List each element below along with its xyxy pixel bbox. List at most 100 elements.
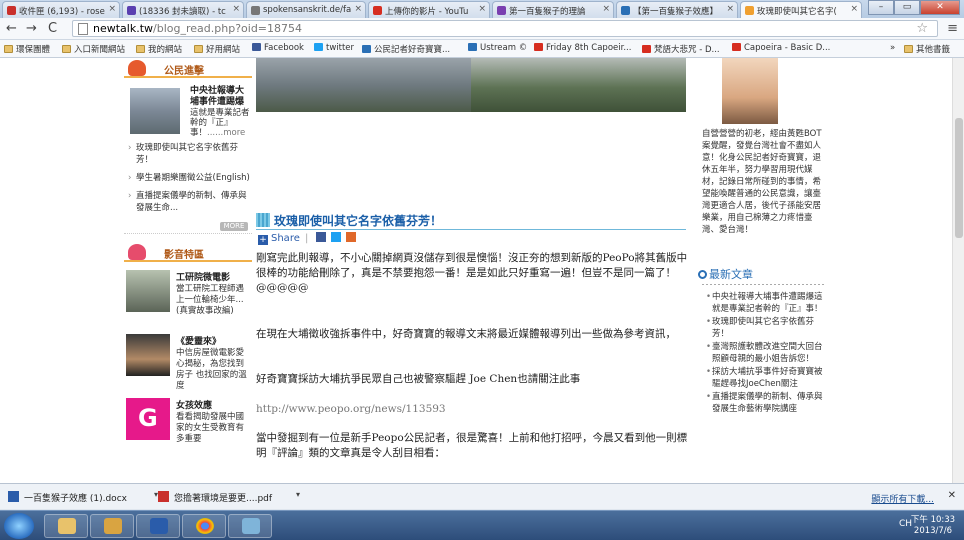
more-button[interactable]: MORE <box>220 222 248 231</box>
show-all-downloads-link[interactable]: 顯示所有下載... <box>871 492 934 505</box>
bookmarks-overflow[interactable]: » <box>890 43 895 53</box>
minimize-button[interactable]: – <box>868 0 894 15</box>
featured-title[interactable]: 中央社報導大埔事件遭踢爆 <box>190 86 250 108</box>
list-item[interactable]: 中央社報導大埔事件遭踢爆這就是專業記者幹的『正』事！ <box>706 292 828 315</box>
left-sidebar: 公民進擊 中央社報導大埔事件遭踢爆 這就是專業記者幹的『正』事！......mo… <box>124 58 252 460</box>
article-link[interactable]: http://www.peopo.org/news/113593 <box>256 402 688 417</box>
video-item[interactable]: 工研院微電影 當工研院工程師遇上一位輪椅少年...(真實故事改編) <box>124 268 252 332</box>
video-title[interactable]: 工研院微電影 <box>176 270 230 283</box>
tab-rose-active[interactable]: 玫瑰即使叫其它名字(× <box>740 1 862 18</box>
bookmark-ustream-reporter[interactable]: 公民記者好奇寶寶... <box>362 43 450 55</box>
bookmark-other-folder[interactable]: 其他書籤 <box>904 43 950 55</box>
bookmark-capoeira-friday[interactable]: Friday 8th Capoeir... <box>534 43 631 53</box>
video-title[interactable]: 女孩效應 <box>176 398 212 411</box>
download-item[interactable]: 一百隻猴子效應 (1).docx ▾ <box>4 488 158 506</box>
bookmark-folder[interactable]: 入口新聞網站 <box>62 43 125 55</box>
facebook-share-icon[interactable] <box>315 232 326 242</box>
twitter-share-icon[interactable] <box>330 232 341 242</box>
folder-icon <box>4 45 13 53</box>
citizen-icon <box>128 60 146 76</box>
reload-button[interactable]: C <box>48 21 57 36</box>
folder-icon <box>194 45 203 53</box>
video-item[interactable]: G 女孩效應 看看揭助發展中國家的女生受教育有多重要 <box>124 396 252 460</box>
back-button[interactable]: ← <box>6 21 17 36</box>
video-desc: 中信房屋微電影愛心揭秘，為您找到房子 也找回家的溫度 <box>176 348 247 391</box>
bookmark-folder[interactable]: 好用網站 <box>194 43 240 55</box>
close-icon[interactable]: × <box>478 4 486 14</box>
plurk-share-icon[interactable] <box>345 232 356 242</box>
bookmark-sanskrit-mantra[interactable]: 梵語大悲咒 - D... <box>642 43 720 55</box>
bookmark-folder[interactable]: 環保團體 <box>4 43 50 55</box>
tab-youtube[interactable]: 上傳你的影片 - YouTu × <box>368 1 490 18</box>
close-icon[interactable]: × <box>108 4 116 14</box>
video-title[interactable]: 《愛靈來》 <box>176 334 221 347</box>
close-icon[interactable]: × <box>726 4 734 14</box>
taskbar-paint[interactable] <box>228 514 272 538</box>
list-item[interactable]: 直播提案儀學的新制、傳承與發展生命... <box>128 190 252 214</box>
taskbar-explorer[interactable] <box>44 514 88 538</box>
video-thumbnail[interactable] <box>126 270 170 312</box>
youtube-icon <box>534 43 543 51</box>
paragraph: 好奇寶寶採訪大埔抗爭民眾自己也被警察驅趕 Joe Chen也請關注此事 <box>256 373 581 385</box>
chevron-down-icon[interactable]: ▾ <box>296 490 300 499</box>
clock[interactable]: 下午 10:33 2013/7/6 <box>910 515 956 537</box>
taskbar-word[interactable] <box>136 514 180 538</box>
folder-icon <box>58 518 76 534</box>
video-item[interactable]: 《愛靈來》 中信房屋微電影愛心揭秘，為您找到房子 也找回家的溫度 <box>124 332 252 396</box>
close-icon[interactable]: × <box>232 4 240 14</box>
close-icon[interactable]: × <box>850 4 858 14</box>
address-bar[interactable]: newtalk.tw/blog_read.php?oid=18754 <box>72 20 938 37</box>
close-icon[interactable]: × <box>602 4 610 14</box>
tab-mail[interactable]: (18336 封未讀取) - tc × <box>122 1 244 18</box>
more-link[interactable]: ......more <box>207 128 245 138</box>
bookmark-ustream[interactable]: Ustream © <box>468 43 527 53</box>
list-item[interactable]: 玫瑰即使叫其它名字依舊芬芳！ <box>128 142 252 166</box>
forward-button[interactable]: → <box>26 21 37 36</box>
scrollbar-thumb[interactable] <box>955 118 963 238</box>
ustream-icon <box>468 43 477 51</box>
author-avatar[interactable] <box>722 58 778 124</box>
list-item[interactable]: 臺灣照護軟體改進空間大回台照顧母親的最小姐告訴您！ <box>706 342 828 365</box>
browser-window: 收件匣 (6,193) - rose × (18336 封未讀取) - tc × s… <box>0 0 964 540</box>
bookmark-folder[interactable]: 我的網站 <box>136 43 182 55</box>
bookmark-twitter[interactable]: twitter <box>314 43 354 53</box>
video-desc: 看看揭助發展中國家的女生受教育有多重要 <box>176 412 245 444</box>
maximize-button[interactable]: ▭ <box>894 0 920 15</box>
word-file-icon <box>8 491 19 502</box>
share-button[interactable]: Share <box>271 233 300 244</box>
word-icon <box>150 518 168 534</box>
close-shelf-button[interactable]: ✕ <box>948 490 956 501</box>
close-window-button[interactable]: ✕ <box>920 0 960 15</box>
section-citizen-header: 公民進擊 <box>124 58 252 78</box>
girl-effect-logo[interactable]: G <box>126 398 170 440</box>
bookmark-star-icon[interactable]: ☆ <box>916 21 928 36</box>
list-item[interactable]: 直播提案儀學的新制、傳承與發展生命藝術學院講座 <box>706 392 828 415</box>
close-icon[interactable]: × <box>354 4 362 14</box>
list-item[interactable]: 玫瑰即使叫其它名字依舊芬芳！ <box>706 317 828 340</box>
vertical-scrollbar[interactable] <box>952 58 964 483</box>
paragraph: 剛寫完此則報導，不小心關掉網頁沒儲存到很是懊惱！沒正夯的想到新版的PeoPo將其… <box>256 252 688 294</box>
newtalk-icon <box>745 6 754 15</box>
taskbar-media[interactable] <box>90 514 134 538</box>
tab-monkey-effect[interactable]: 【第一百隻猴子效應】 × <box>616 1 738 18</box>
bookmark-facebook[interactable]: Facebook <box>252 43 304 53</box>
download-item[interactable]: 您擔著環境是要更....pdf ▾ <box>154 488 300 506</box>
paint-icon <box>242 518 260 534</box>
start-button[interactable] <box>4 513 34 539</box>
list-item[interactable]: 學生暑期樂團徵公益(English) <box>128 172 252 184</box>
menu-icon[interactable]: ≡ <box>947 21 958 36</box>
share-plus-icon[interactable]: + <box>258 235 268 245</box>
featured-thumbnail[interactable] <box>130 88 180 134</box>
video-thumbnail[interactable] <box>126 334 170 376</box>
video-desc: 當工研院工程師遇上一位輪椅少年...(真實故事改編) <box>176 284 245 316</box>
author-bio: 自營營營的初老，經由黃甦BOT案覺醒，發覺台灣社會不盡如人意！化身公民記者好奇寶… <box>702 129 822 235</box>
featured-post[interactable]: 中央社報導大埔事件遭踢爆 這就是專業記者幹的『正』事！......more <box>124 84 252 142</box>
tab-sanskrit[interactable]: spokensanskrit.de/fa × <box>246 1 366 18</box>
tab-monkey-theory[interactable]: 第一百隻猴子的理論 × <box>492 1 614 18</box>
bookmark-capoeira-basic[interactable]: Capoeira - Basic D... <box>732 43 830 53</box>
folder-icon <box>136 45 145 53</box>
g-glyph: G <box>138 404 158 432</box>
list-item[interactable]: 採訪大埔抗爭事件好奇寶寶被驅趕尋找JoeChen關注 <box>706 367 828 390</box>
tab-gmail[interactable]: 收件匣 (6,193) - rose × <box>2 1 120 18</box>
taskbar-chrome[interactable] <box>182 514 226 538</box>
